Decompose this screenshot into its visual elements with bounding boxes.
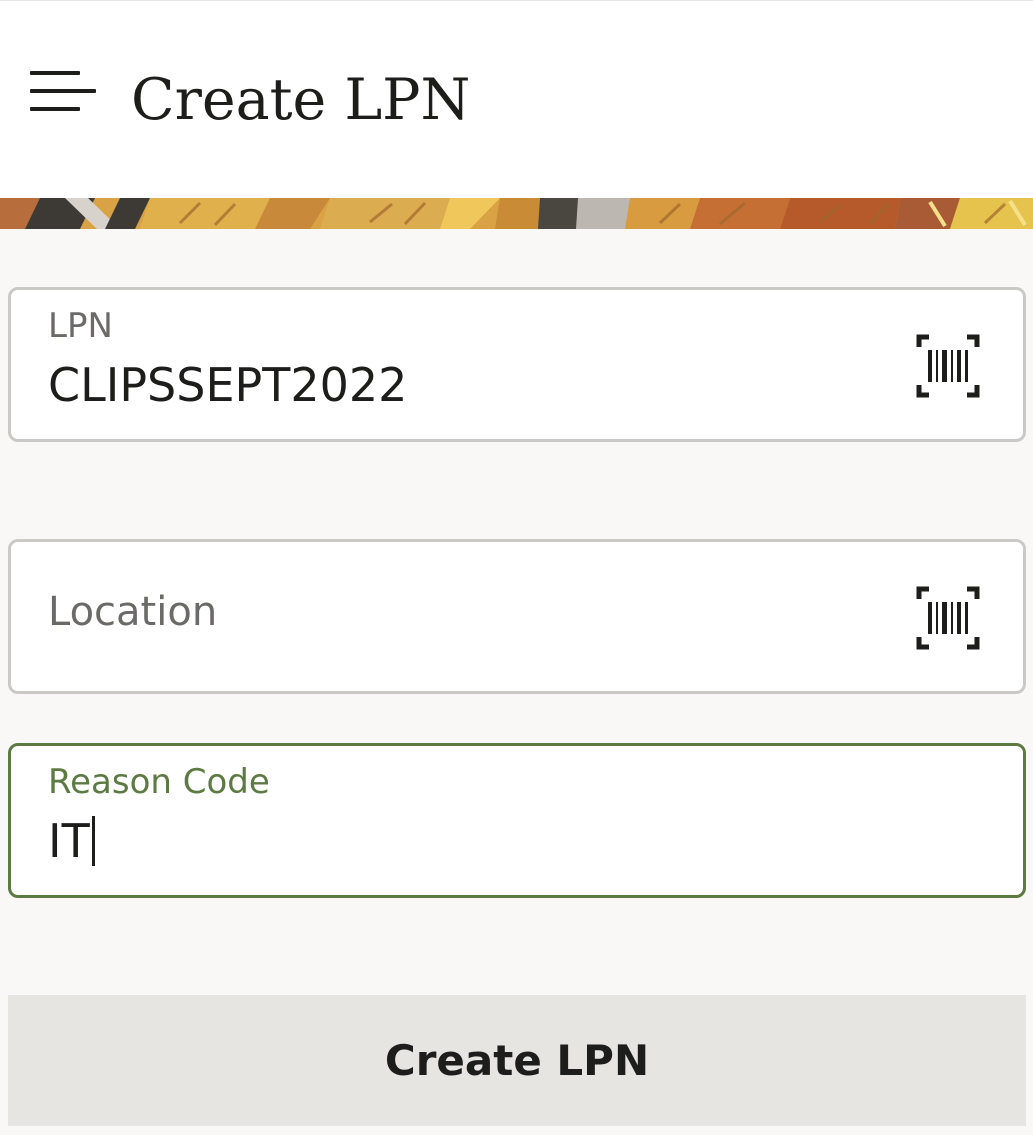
hamburger-menu-icon[interactable]: [30, 69, 98, 115]
barcode-scan-icon[interactable]: [916, 334, 980, 398]
barcode-scan-icon[interactable]: [916, 586, 980, 650]
location-field[interactable]: Location: [8, 539, 1026, 694]
decorative-banner: [0, 198, 1033, 229]
reason-code-label: Reason Code: [48, 762, 270, 802]
create-lpn-button[interactable]: Create LPN: [8, 995, 1026, 1126]
lpn-value[interactable]: CLIPSSEPT2022: [48, 358, 407, 412]
app-header: Create LPN: [0, 0, 1033, 198]
text-cursor: [91, 816, 95, 866]
reason-code-input[interactable]: IT: [48, 814, 95, 868]
reason-code-value: IT: [48, 814, 90, 868]
reason-code-field[interactable]: Reason Code IT: [8, 743, 1026, 898]
location-label: Location: [48, 589, 218, 635]
lpn-field[interactable]: LPN CLIPSSEPT2022: [8, 287, 1026, 442]
lpn-label: LPN: [48, 306, 113, 346]
page-title: Create LPN: [131, 67, 471, 133]
